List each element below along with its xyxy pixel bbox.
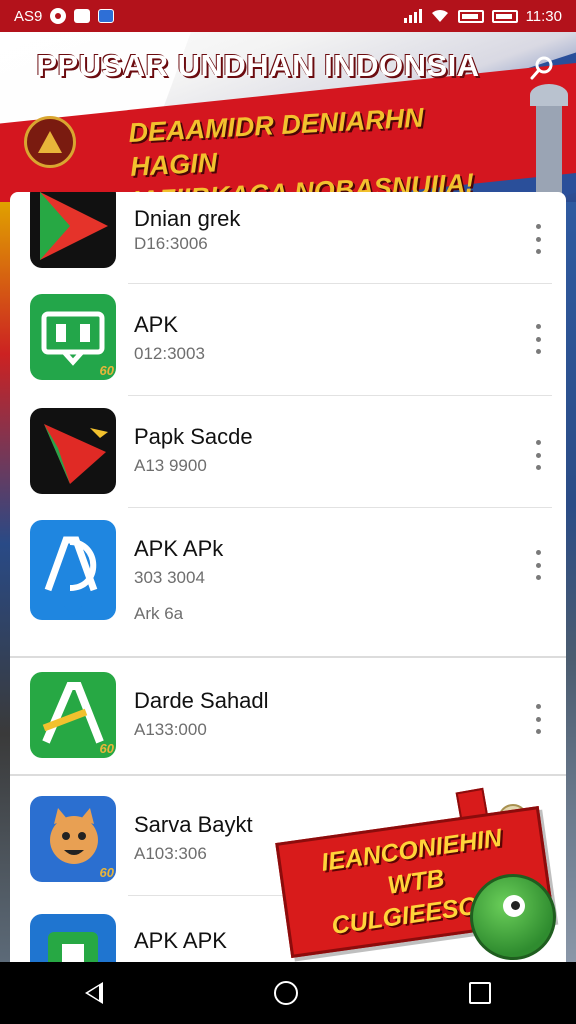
status-bar-right: 11:30	[403, 7, 562, 25]
chat-book-icon: 60	[30, 294, 116, 380]
app-meta: D16:3006	[134, 234, 208, 253]
app-badge: 60	[99, 865, 114, 880]
green-frame-icon	[30, 914, 116, 962]
app-meta: 012:3003	[134, 344, 205, 363]
app-name: Papk Sacde	[134, 424, 253, 449]
background-decoration	[566, 202, 576, 962]
app-meta: A103:306	[134, 844, 207, 863]
green-a-icon: 60	[30, 672, 116, 758]
recent-apps-icon[interactable]	[468, 982, 491, 1004]
list-item[interactable]: 60 Darde Sahadl A133:000	[10, 658, 566, 776]
app-meta: 303 3004	[134, 568, 205, 587]
app-meta: A13 9900	[134, 456, 207, 475]
notification-icon	[98, 9, 115, 23]
more-options-icon[interactable]	[528, 324, 548, 354]
more-options-icon[interactable]	[528, 224, 548, 254]
wifi-icon	[431, 9, 448, 22]
more-options-icon[interactable]	[528, 550, 548, 580]
banner-subtitle: DEAAMIDR DENIARHN HAGIN IAFIIBKACA NOBAS…	[128, 96, 513, 202]
more-options-icon[interactable]	[528, 440, 548, 470]
red-play-icon	[30, 408, 116, 494]
status-bar-left: AS9	[14, 7, 115, 25]
list-item[interactable]: Papk Sacde A13 9900	[10, 396, 566, 508]
emblem-logo	[24, 116, 76, 168]
app-extra-info: Ark 6a	[134, 604, 184, 623]
letter-a-icon	[30, 520, 116, 620]
list-item[interactable]: APK APk 303 3004 Ark 6a	[10, 508, 566, 658]
cat-face-icon: 60	[30, 796, 116, 882]
app-badge: 60	[99, 363, 114, 378]
list-item[interactable]: Dnian grek D16:3006	[10, 192, 566, 284]
app-meta: A133:000	[134, 720, 207, 739]
app-name: Dnian grek	[134, 206, 241, 231]
promo-sticker[interactable]: IEANCONIEHIN WTB CULGIEESOVI!	[262, 784, 562, 964]
signal-icon	[403, 9, 422, 23]
search-icon[interactable]	[528, 54, 556, 82]
monument-image	[530, 84, 568, 202]
app-name: APK APK	[134, 928, 227, 953]
home-icon[interactable]	[273, 981, 298, 1005]
status-bar: AS9 11:30	[0, 0, 576, 32]
carrier-label: AS9	[14, 7, 43, 25]
play-arrow-icon	[30, 192, 116, 268]
header-banner: PPUSAR UNDHAN INDONSIA DEAAMIDR DENIARHN…	[0, 32, 576, 202]
notification-icon	[74, 9, 91, 23]
notification-icon	[50, 8, 67, 24]
more-options-icon[interactable]	[528, 704, 548, 734]
back-icon[interactable]	[85, 982, 104, 1004]
mascot-image	[470, 874, 556, 960]
navigation-bar	[0, 962, 576, 1024]
clock: 11:30	[525, 7, 562, 25]
battery-icon	[491, 9, 518, 23]
app-name: APK APk	[134, 536, 224, 561]
app-name: Sarva Baykt	[134, 812, 253, 837]
app-badge: 60	[99, 741, 114, 756]
app-name: APK	[134, 312, 179, 337]
page-title: PPUSAR UNDHAN INDONSIA	[36, 48, 480, 83]
battery-icon	[457, 9, 484, 23]
app-name: Darde Sahadl	[134, 688, 269, 713]
list-item[interactable]: 60 APK 012:3003	[10, 284, 566, 396]
